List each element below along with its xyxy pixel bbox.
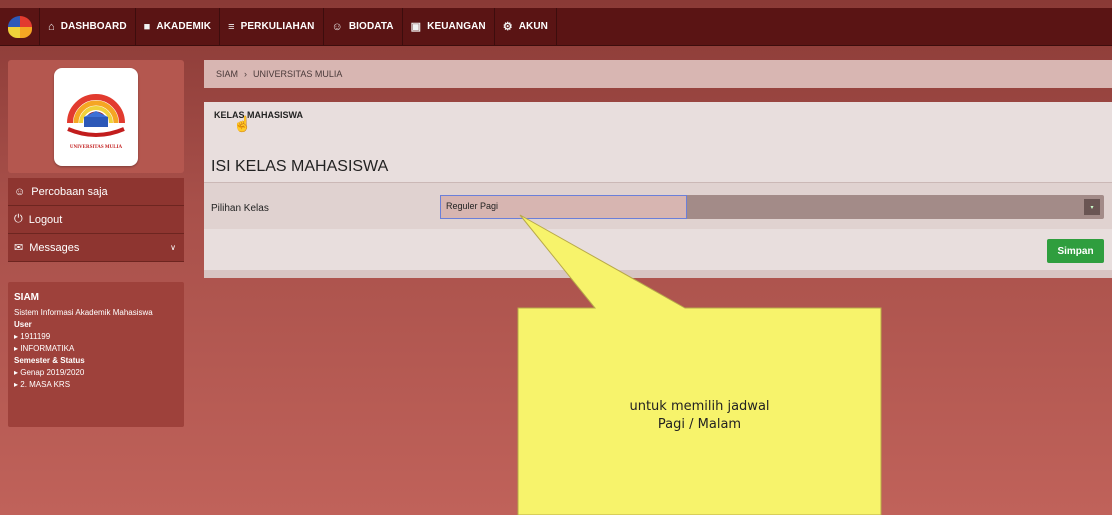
callout-line-2: Pagi / Malam [657, 417, 742, 432]
nav-akademik[interactable]: ■ AKADEMIK [136, 7, 221, 46]
briefcase-icon: ■ [143, 20, 151, 33]
page-title: ISI KELAS MAHASISWA [211, 158, 389, 175]
user-icon: ☺ [14, 185, 26, 198]
university-logo-icon [7, 15, 32, 38]
nav-akun-label: AKUN [518, 21, 548, 32]
callout-note: untuk memilih jadwal Pagi / Malam [518, 398, 881, 434]
power-icon: ⏻ [14, 213, 23, 225]
user-label: User [14, 320, 32, 329]
envelope-icon: ✉ [14, 242, 24, 254]
status-value: ▸ 2. MASA KRS [14, 380, 71, 389]
top-navbar: ⌂ DASHBOARD ■ AKADEMIK ≡ PERKULIAHAN ☺ B… [0, 7, 1112, 46]
siam-subtitle: Sistem Informasi Akademik Mahasiswa [14, 308, 153, 317]
sidebar-item-label: Messages [29, 241, 80, 254]
kelas-panel: KELAS MAHASISWA ISI KELAS MAHASISWA Pili… [204, 102, 1112, 278]
save-button[interactable]: Simpan [1047, 239, 1104, 263]
panel-header: KELAS MAHASISWA [204, 102, 1112, 134]
kelas-select[interactable]: Reguler Pagi ▾ [440, 195, 1104, 219]
chart-icon: ≡ [228, 20, 235, 33]
user-icon: ☺ [331, 20, 343, 33]
semester-value: ▸ Genap 2019/2020 [14, 368, 85, 377]
chevron-down-icon[interactable]: ∨ [170, 243, 176, 252]
breadcrumb-current: UNIVERSITAS MULIA [253, 69, 343, 79]
siam-title: SIAM [14, 292, 39, 303]
sidebar-item-user[interactable]: ☺ Percobaan saja [8, 178, 184, 206]
nav-biodata[interactable]: ☺ BIODATA [324, 7, 403, 46]
nav-akun[interactable]: ⚙ AKUN [495, 7, 557, 46]
nav-keuangan-label: KEUANGAN [427, 21, 486, 32]
breadcrumb: SIAM › UNIVERSITAS MULIA [204, 60, 1112, 88]
sidebar-item-messages[interactable]: ✉ Messages ∨ [8, 234, 184, 262]
semester-label: Semester & Status [14, 356, 85, 365]
money-icon: ▣ [410, 21, 422, 33]
sidebar-item-label: Logout [28, 213, 63, 226]
cogs-icon: ⚙ [502, 21, 513, 33]
nav-biodata-label: BIODATA [348, 21, 394, 32]
nav-keuangan[interactable]: ▣ KEUANGAN [403, 7, 495, 46]
siam-info-box: SIAM Sistem Informasi Akademik Mahasiswa… [8, 282, 184, 427]
field-label: Pilihan Kelas [211, 203, 269, 214]
navbar-logo[interactable] [0, 7, 40, 46]
select-value: Reguler Pagi [446, 201, 499, 211]
university-emblem-icon [67, 94, 125, 137]
nav-perkuliahan-label: PERKULIAHAN [240, 21, 315, 32]
home-icon: ⌂ [48, 20, 55, 33]
user-major: ▸ INFORMATIKA [14, 344, 75, 353]
panel-footer [204, 270, 1112, 278]
user-id: ▸ 1911199 [14, 332, 51, 341]
breadcrumb-separator: › [244, 69, 248, 79]
university-name: UNIVERSITAS MULIA [69, 145, 123, 150]
nav-dashboard[interactable]: ⌂ DASHBOARD [40, 7, 136, 46]
university-logo: UNIVERSITAS MULIA [54, 67, 138, 166]
sidebar-profile: UNIVERSITAS MULIA [8, 60, 184, 173]
nav-akademik-label: AKADEMIK [156, 21, 212, 32]
hand-cursor-icon: ☝ [233, 116, 252, 133]
nav-perkuliahan[interactable]: ≡ PERKULIAHAN [220, 7, 324, 46]
callout-line-1: untuk memilih jadwal [629, 399, 770, 414]
form-row-pilihan-kelas: Pilihan Kelas Reguler Pagi ▾ [204, 183, 1112, 229]
dropdown-caret-icon[interactable]: ▾ [1084, 199, 1100, 215]
sidebar-item-label: Percobaan saja [31, 185, 108, 198]
sidebar-menu: ☺ Percobaan saja ⏻ Logout ✉ Messages ∨ [8, 178, 184, 262]
sidebar-item-logout[interactable]: ⏻ Logout [8, 206, 184, 234]
breadcrumb-root[interactable]: SIAM [216, 69, 238, 79]
nav-dashboard-label: DASHBOARD [60, 21, 127, 32]
